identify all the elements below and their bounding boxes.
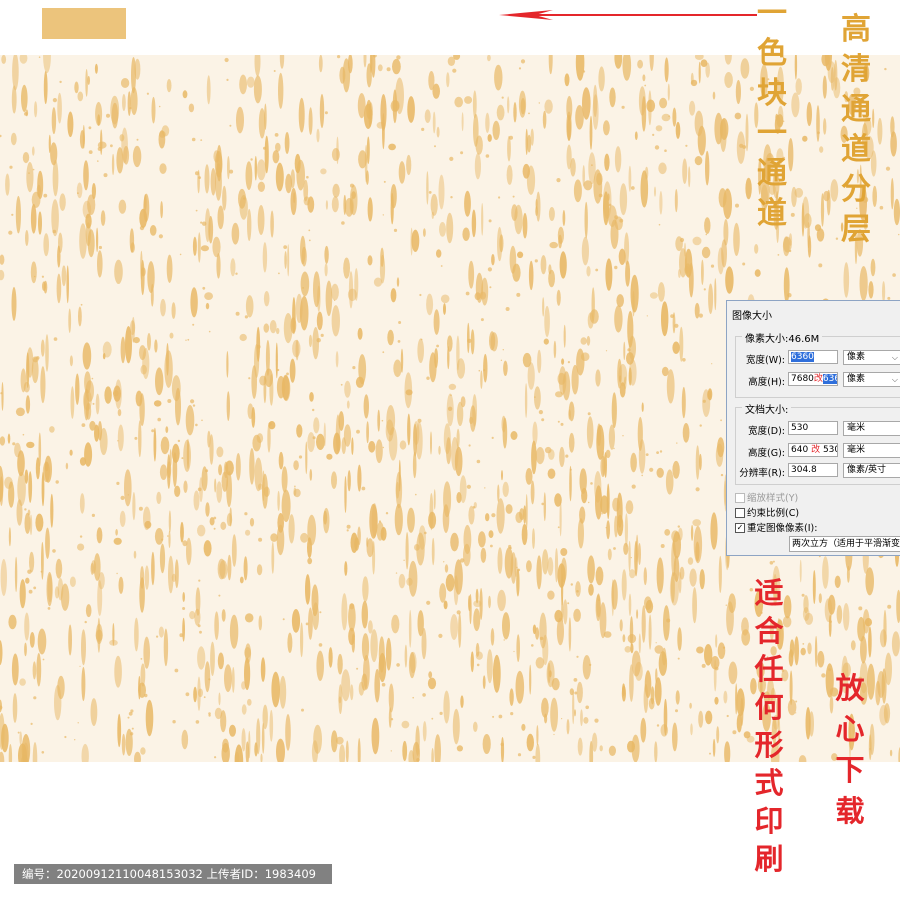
height-old-value: 7680 [791, 374, 814, 384]
resample-method-select[interactable]: 两次立方（适用于平滑渐变 [789, 536, 900, 552]
constrain-label: 约束比例(C) [747, 508, 800, 519]
resolution-input[interactable]: 304.8 [788, 463, 838, 477]
chevron-down-icon: ⌵ [891, 353, 898, 362]
height-unit-select[interactable]: 像素 ⌵ [843, 372, 900, 387]
resample-method-value: 两次立方（适用于平滑渐变 [792, 539, 900, 549]
width-label: 宽度(W): [745, 355, 785, 366]
resample-checkbox[interactable]: ✓ 重定图像像素(I): [735, 520, 817, 534]
caption-one-color-one-channel: 一色块一通道 [757, 0, 787, 231]
image-size-dialog: 图像大小 像素大小:46.6M 宽度(W): 6360 像素 ⌵ 高度(H): 7… [726, 300, 900, 556]
chevron-down-icon: ⌵ [891, 375, 898, 384]
width-value: 6360 [791, 352, 814, 362]
resolution-unit-select[interactable]: 像素/英寸 [843, 463, 900, 478]
height-new-value: 6360 [822, 374, 837, 384]
doc-width-unit-value: 毫米 [847, 423, 866, 433]
watermark-id-bar: 编号：20200912110048153032 上传者ID：1983409 [14, 864, 332, 884]
doc-width-unit-select[interactable]: 毫米 [843, 421, 900, 436]
color-swatch [42, 8, 126, 39]
scale-styles-label: 缩放样式(Y) [747, 493, 799, 504]
resolution-unit-value: 像素/英寸 [847, 465, 887, 475]
doc-height-unit-select[interactable]: 毫米 [843, 443, 900, 458]
scale-styles-checkbox[interactable]: 缩放样式(Y) [735, 490, 798, 504]
doc-width-input[interactable]: 530 [788, 421, 838, 435]
width-unit-value: 像素 [847, 352, 866, 362]
doc-height-old-value: 640 [791, 445, 809, 455]
caption-hd-channel-layers: 高清通道分层 [841, 12, 871, 247]
caption-download-safely: 放心下载 [835, 671, 865, 828]
pixel-dimensions-group: 像素大小:46.6M [735, 330, 900, 398]
checkmark-icon: ✓ [735, 522, 745, 533]
doc-width-value: 530 [791, 423, 809, 433]
height-input[interactable]: 7680改6360 [788, 372, 838, 386]
resolution-label: 分辨率(R): [739, 468, 785, 479]
dialog-title: 图像大小 [732, 311, 772, 322]
red-arrow-icon [499, 10, 757, 20]
width-unit-select[interactable]: 像素 ⌵ [843, 350, 900, 365]
doc-height-input[interactable]: 640 改 530 [788, 443, 838, 457]
width-input[interactable]: 6360 [788, 350, 838, 364]
caption-suitable-for-printing: 适合任何形式印刷 [754, 576, 784, 876]
height-change-mark: 改 [813, 374, 823, 384]
doc-height-unit-value: 毫米 [847, 445, 866, 455]
document-size-label: 文档大小: [742, 401, 792, 416]
doc-height-new-value: 530 [822, 445, 837, 455]
resample-label: 重定图像像素(I): [747, 523, 818, 534]
constrain-proportions-checkbox[interactable]: 约束比例(C) [735, 505, 799, 519]
checkbox-icon [735, 492, 745, 503]
doc-height-change-mark: 改 [811, 445, 821, 455]
height-unit-value: 像素 [847, 374, 866, 384]
pixel-dimensions-label: 像素大小:46.6M [742, 330, 823, 345]
height-label: 高度(H): [748, 377, 785, 388]
resolution-value: 304.8 [791, 465, 817, 475]
doc-width-label: 宽度(D): [748, 426, 785, 437]
doc-height-label: 高度(G): [748, 448, 785, 459]
checkbox-icon [735, 507, 745, 518]
